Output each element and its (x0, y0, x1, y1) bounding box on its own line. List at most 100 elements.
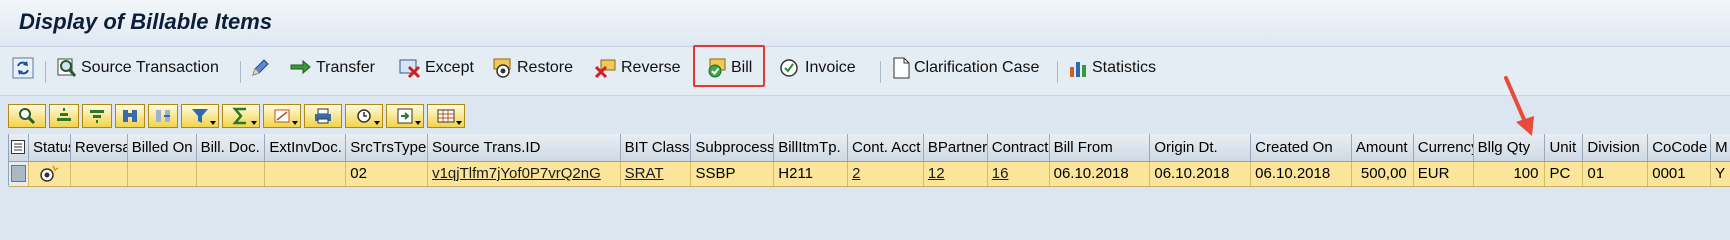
application-toolbar: Source Transaction Transfer Except Resto… (0, 47, 1730, 96)
except-label: Except (425, 59, 474, 76)
edit-button[interactable] (249, 51, 274, 85)
column-header[interactable]: Created On (1251, 134, 1352, 161)
column-header[interactable]: SrcTrsType (346, 134, 429, 161)
find-next-button[interactable] (148, 104, 178, 128)
currency-cell: EUR (1414, 162, 1474, 186)
column-header[interactable]: M (1711, 134, 1730, 161)
statistics-icon (1070, 62, 1086, 77)
reverse-label: Reverse (621, 59, 681, 76)
alv-toolbar (8, 104, 465, 130)
column-header[interactable]: Unit (1545, 134, 1584, 161)
column-header[interactable]: Contract (988, 134, 1050, 161)
invoice-icon (780, 59, 798, 77)
division-cell: 01 (1583, 162, 1649, 186)
views-button[interactable] (345, 104, 383, 128)
column-header[interactable]: CoCode (1648, 134, 1712, 161)
bit-class-cell: SRAT (621, 162, 692, 186)
source-transaction-icon (57, 58, 77, 77)
origin-dt-cell: 06.10.2018 (1150, 162, 1252, 186)
source-trans-id-link[interactable]: v1qjTlfm7jYof0P7vrQ2nG (432, 165, 601, 182)
column-header[interactable]: Bill From (1050, 134, 1151, 161)
restore-icon (493, 58, 511, 78)
row-selector[interactable] (9, 162, 29, 186)
select-all-button[interactable] (9, 134, 29, 161)
layout-button[interactable] (427, 104, 465, 128)
column-header[interactable]: Cont. Acct (848, 134, 924, 161)
status-cell (29, 162, 71, 186)
filter-icon (192, 109, 208, 123)
reverse-button[interactable]: Reverse (594, 51, 681, 85)
reverse-icon (594, 59, 616, 79)
except-icon (399, 59, 421, 79)
refresh-button[interactable] (12, 51, 37, 85)
contract-link[interactable]: 16 (992, 165, 1009, 182)
source-transaction-label: Source Transaction (81, 59, 219, 76)
print-icon (315, 108, 331, 124)
statistics-button[interactable]: Statistics (1067, 51, 1156, 85)
bllg-qty-cell: 100 (1474, 162, 1546, 186)
except-button[interactable]: Except (398, 51, 474, 85)
column-header[interactable]: Billed On (128, 134, 197, 161)
clarification-case-button[interactable]: Clarification Case (891, 51, 1039, 85)
column-header[interactable]: Origin Dt. (1150, 134, 1252, 161)
total-button[interactable] (222, 104, 260, 128)
column-header[interactable]: BIT Class (621, 134, 692, 161)
column-header[interactable]: Division (1583, 134, 1649, 161)
column-header[interactable]: BillItmTp. (774, 134, 849, 161)
layout-icon (437, 109, 455, 123)
ext-inv-doc-cell (265, 162, 347, 186)
bill-from-cell: 06.10.2018 (1050, 162, 1151, 186)
find-button[interactable] (115, 104, 145, 128)
toolbar-separator (45, 61, 46, 83)
toolbar-separator (880, 61, 881, 83)
sort-descending-button[interactable] (82, 104, 112, 128)
print-button[interactable] (304, 104, 342, 128)
bill-button-highlight (693, 45, 765, 87)
export-button[interactable] (386, 104, 424, 128)
bit-class-link[interactable]: SRAT (625, 165, 664, 182)
statistics-label: Statistics (1092, 59, 1157, 76)
m-cell: Y (1715, 165, 1726, 182)
bpartner-cell: 12 (924, 162, 988, 186)
column-header[interactable]: Source Trans.ID (428, 134, 621, 161)
reversal-cell (71, 162, 128, 186)
table-row[interactable]: 02 v1qjTlfm7jYof0P7vrQ2nG SRAT SSBP H211… (9, 162, 1730, 187)
table-header: Status Reversal Billed On Bill. Doc. Ext… (9, 134, 1730, 162)
subtotal-icon (274, 109, 290, 123)
created-on-cell: 06.10.2018 (1251, 162, 1352, 186)
subtotal-button[interactable] (263, 104, 301, 128)
details-button[interactable] (8, 104, 46, 128)
contract-cell: 16 (988, 162, 1050, 186)
toolbar-separator (240, 61, 241, 83)
column-header[interactable]: Status (29, 134, 71, 161)
invoice-label: Invoice (805, 59, 856, 76)
bpartner-link[interactable]: 12 (928, 165, 945, 182)
restore-button[interactable]: Restore (492, 51, 573, 85)
cont-acct-link[interactable]: 2 (852, 165, 860, 182)
source-transaction-button[interactable]: Source Transaction (56, 51, 219, 85)
transfer-button[interactable]: Transfer (289, 51, 375, 85)
billable-items-grid: Status Reversal Billed On Bill. Doc. Ext… (8, 134, 1730, 187)
toolbar-separator (1057, 61, 1058, 83)
filter-button[interactable] (181, 104, 219, 128)
clarification-case-label: Clarification Case (914, 59, 1040, 76)
status-icon (40, 165, 59, 182)
column-header[interactable]: ExtInvDoc. (265, 134, 347, 161)
page-title: Display of Billable Items (19, 9, 273, 34)
src-trs-type-cell: 02 (346, 162, 429, 186)
sort-ascending-button[interactable] (49, 104, 79, 128)
column-header[interactable]: Subprocess (691, 134, 775, 161)
column-header[interactable]: Bill. Doc. (197, 134, 266, 161)
column-header[interactable]: Reversal (71, 134, 128, 161)
column-header[interactable]: Amount (1352, 134, 1414, 161)
column-header[interactable]: Currency (1414, 134, 1474, 161)
invoice-button[interactable]: Invoice (778, 51, 856, 85)
sort-descending-icon (90, 110, 104, 123)
pencil-icon (252, 59, 269, 76)
annotation-arrow (1504, 76, 1534, 136)
transfer-icon (290, 59, 311, 75)
bill-doc-cell (197, 162, 266, 186)
title-bar: Display of Billable Items (0, 0, 1730, 47)
unit-cell: PC (1545, 162, 1584, 186)
column-header[interactable]: BPartner (924, 134, 988, 161)
